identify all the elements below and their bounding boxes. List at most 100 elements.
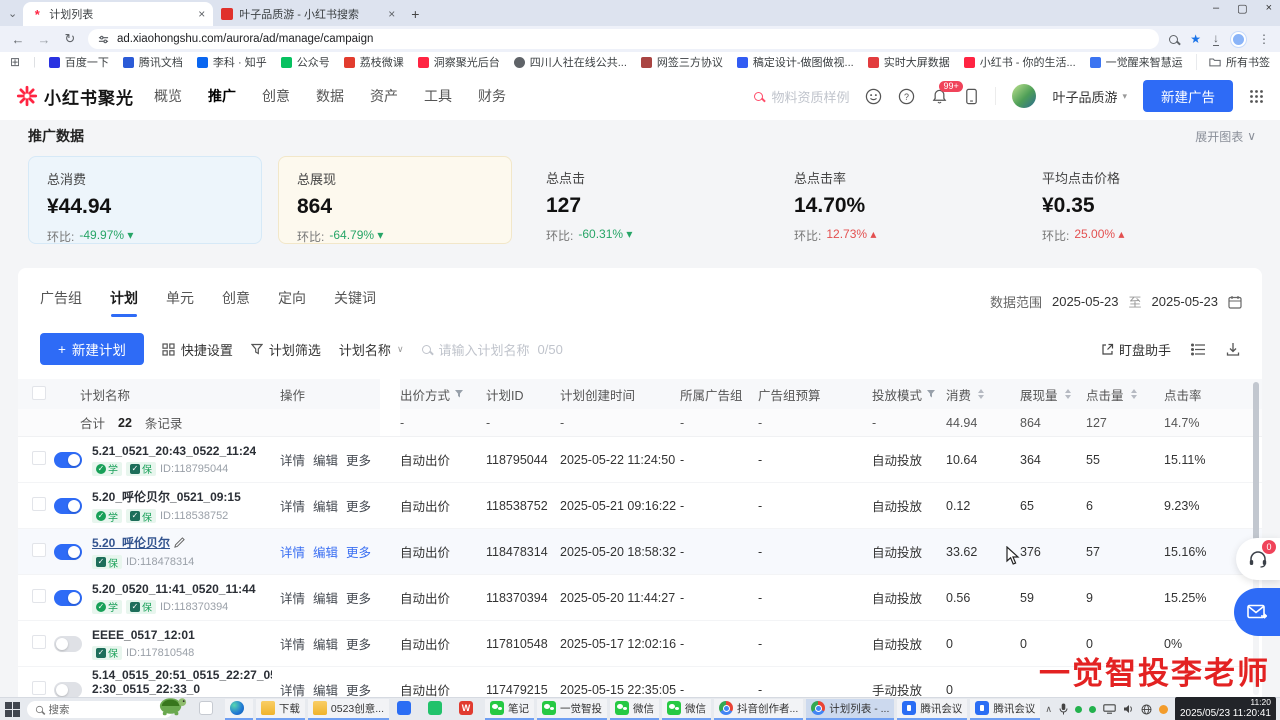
wechat-tray-icon[interactable] bbox=[1089, 706, 1096, 713]
tab-search-icon[interactable]: ⌄ bbox=[8, 7, 17, 20]
browser-tab[interactable]: * 计划列表 × bbox=[23, 2, 213, 26]
plan-filter-button[interactable]: 计划筛选 bbox=[251, 340, 321, 359]
reload-button[interactable]: ↻ bbox=[62, 31, 78, 47]
filter-icon[interactable] bbox=[454, 389, 464, 399]
address-bar[interactable]: ad.xiaohongshu.com/aurora/ad/manage/camp… bbox=[88, 29, 1159, 49]
site-settings-icon[interactable] bbox=[98, 34, 109, 45]
search-field-select[interactable]: 计划名称 ∨ bbox=[339, 340, 404, 359]
taskbar-app[interactable] bbox=[194, 699, 222, 720]
taskbar-app[interactable] bbox=[423, 699, 451, 720]
edit-link[interactable]: 编辑 bbox=[313, 450, 338, 469]
row-checkbox[interactable] bbox=[32, 635, 46, 649]
taskbar-app[interactable] bbox=[225, 699, 253, 720]
customer-service-button[interactable]: 0 bbox=[1236, 538, 1280, 580]
bookmark-star-icon[interactable]: ★ bbox=[1190, 32, 1201, 46]
table-row[interactable]: 5.20_呼伦贝尔 ✓保 ID:118478314 详情 编辑 更多 自动出价 … bbox=[18, 529, 1262, 575]
start-button[interactable] bbox=[4, 700, 22, 718]
taskbar-app[interactable]: 腾讯会议 bbox=[970, 699, 1040, 720]
new-ad-button[interactable]: 新建广告 bbox=[1143, 80, 1233, 112]
quick-setup-button[interactable]: 快捷设置 bbox=[162, 340, 233, 359]
download-icon[interactable] bbox=[1226, 342, 1240, 356]
more-link[interactable]: 更多 bbox=[346, 450, 371, 469]
bookmark-item[interactable]: 公众号 bbox=[281, 54, 330, 70]
plan-status-toggle[interactable] bbox=[54, 636, 82, 652]
edit-link[interactable]: 编辑 bbox=[313, 634, 338, 653]
filter-icon[interactable] bbox=[926, 389, 936, 399]
plan-name[interactable]: 5.20_0520_11:41_0520_11:44 bbox=[92, 582, 256, 596]
sort-icon[interactable] bbox=[978, 389, 984, 399]
display-icon[interactable] bbox=[1103, 704, 1116, 714]
main-nav-item[interactable]: 创意 bbox=[262, 86, 290, 106]
all-bookmarks-button[interactable]: 所有书签 bbox=[1196, 54, 1270, 70]
entity-tab[interactable]: 单元 bbox=[166, 288, 194, 317]
bookmark-item[interactable]: 稿定设计-做图做视... bbox=[737, 54, 854, 70]
brand-logo[interactable]: 小红书聚光 bbox=[16, 84, 134, 109]
detail-link[interactable]: 详情 bbox=[280, 680, 305, 697]
taskbar-app[interactable]: 0523创意... bbox=[308, 699, 389, 720]
browser-profile-avatar[interactable] bbox=[1231, 32, 1246, 47]
header-cost[interactable]: 消费 bbox=[946, 385, 1012, 404]
bookmark-item[interactable]: 网签三方协议 bbox=[641, 54, 723, 70]
entity-tab[interactable]: 定向 bbox=[278, 288, 306, 317]
emoji-icon[interactable] bbox=[865, 88, 882, 105]
header-delivery-mode[interactable]: 投放模式 bbox=[872, 385, 938, 404]
bookmark-item[interactable]: 实时大屏数据 bbox=[868, 54, 950, 70]
header-clicks[interactable]: 点击量 bbox=[1086, 385, 1156, 404]
speaker-icon[interactable] bbox=[1123, 704, 1134, 714]
detail-link[interactable]: 详情 bbox=[280, 634, 305, 653]
taskbar-app[interactable]: 微信 bbox=[662, 699, 711, 720]
app-grid-icon[interactable] bbox=[1249, 89, 1264, 104]
plan-status-toggle[interactable] bbox=[54, 544, 82, 560]
table-row[interactable]: 5.21_0521_20:43_0522_11:24 ✓学 ✓保 ID:1187… bbox=[18, 437, 1262, 483]
taskbar-app[interactable] bbox=[392, 699, 420, 720]
main-nav-item[interactable]: 工具 bbox=[424, 86, 452, 106]
taskbar-app[interactable]: 笔记 bbox=[485, 699, 534, 720]
window-close-button[interactable]: × bbox=[1266, 2, 1272, 15]
forward-button[interactable]: → bbox=[36, 32, 52, 47]
bookmark-item[interactable]: 洞察聚光后台 bbox=[418, 54, 500, 70]
downloads-icon[interactable]: ↓ bbox=[1213, 33, 1219, 46]
plan-status-toggle[interactable] bbox=[54, 682, 82, 698]
edit-link[interactable]: 编辑 bbox=[313, 542, 338, 561]
browser-tab[interactable]: 叶子品质游 - 小红书搜索 × bbox=[213, 2, 403, 26]
plan-status-toggle[interactable] bbox=[54, 590, 82, 606]
plan-status-toggle[interactable] bbox=[54, 498, 82, 514]
row-checkbox[interactable] bbox=[32, 497, 46, 511]
edit-link[interactable]: 编辑 bbox=[313, 588, 338, 607]
row-checkbox[interactable] bbox=[32, 451, 46, 465]
notifications-bell-icon[interactable]: 99+ bbox=[931, 88, 948, 105]
tab-close-icon[interactable]: × bbox=[388, 7, 395, 21]
zoom-icon[interactable] bbox=[1169, 35, 1178, 44]
bookmark-item[interactable]: 四川人社在线公共... bbox=[514, 54, 627, 70]
tray-expand-icon[interactable]: ∧ bbox=[1045, 704, 1052, 715]
more-link[interactable]: 更多 bbox=[346, 496, 371, 515]
more-link[interactable]: 更多 bbox=[346, 634, 371, 653]
taskbar-app[interactable]: 腾讯会议 bbox=[897, 699, 967, 720]
feedback-mail-button[interactable] bbox=[1234, 588, 1280, 636]
bookmark-item[interactable]: 腾讯文档 bbox=[123, 54, 183, 70]
back-button[interactable]: ← bbox=[10, 32, 26, 47]
more-link[interactable]: 更多 bbox=[346, 680, 371, 697]
microphone-icon[interactable] bbox=[1059, 703, 1068, 715]
apps-grid-icon[interactable]: ⊞ bbox=[10, 55, 20, 69]
main-nav-item[interactable]: 资产 bbox=[370, 86, 398, 106]
monitor-assistant-button[interactable]: 盯盘助手 bbox=[1101, 340, 1171, 359]
bookmark-item[interactable]: 一觉醒来智慧运营v... bbox=[1090, 54, 1183, 70]
entity-tab[interactable]: 广告组 bbox=[40, 288, 82, 317]
more-link[interactable]: 更多 bbox=[346, 542, 371, 561]
window-minimize-button[interactable]: – bbox=[1213, 2, 1219, 15]
taskbar-app[interactable]: W bbox=[454, 699, 482, 720]
table-row[interactable]: 5.20_0520_11:41_0520_11:44 ✓学 ✓保 ID:1183… bbox=[18, 575, 1262, 621]
table-row[interactable]: 5.20_呼伦贝尔_0521_09:15 ✓学 ✓保 ID:118538752 … bbox=[18, 483, 1262, 529]
edit-link[interactable]: 编辑 bbox=[313, 680, 338, 697]
help-icon[interactable]: ? bbox=[898, 88, 915, 105]
plan-name[interactable]: 5.21_0521_20:43_0522_11:24 bbox=[92, 444, 256, 458]
date-range-picker[interactable]: 数据范围 2025-05-23 至 2025-05-23 bbox=[990, 292, 1242, 311]
entity-tab[interactable]: 计划 bbox=[110, 288, 138, 317]
recorder-tray-icon[interactable] bbox=[1159, 705, 1168, 714]
row-checkbox[interactable] bbox=[32, 543, 46, 557]
row-checkbox[interactable] bbox=[32, 681, 46, 695]
detail-link[interactable]: 详情 bbox=[280, 542, 305, 561]
date-start[interactable]: 2025-05-23 bbox=[1052, 294, 1119, 309]
taskbar-app[interactable]: 微信 bbox=[610, 699, 659, 720]
